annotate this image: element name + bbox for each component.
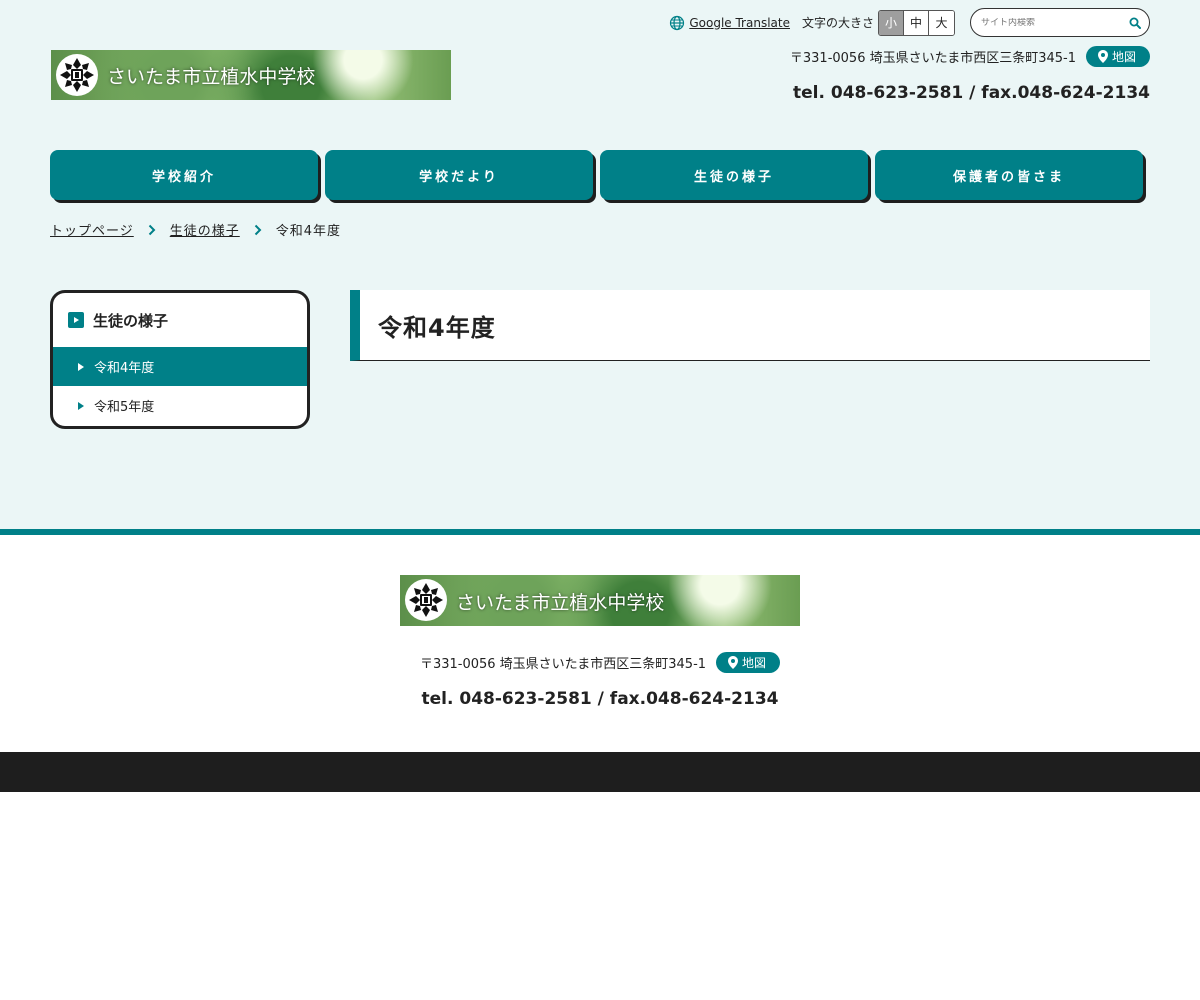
- search-input[interactable]: [981, 17, 1121, 28]
- map-pin-icon: [728, 656, 739, 669]
- google-translate-link[interactable]: Google Translate: [669, 15, 790, 31]
- school-crest-icon: [405, 579, 447, 621]
- side-nav-item-label: 令和4年度: [94, 361, 155, 376]
- nav-item-student-life[interactable]: 生徒の様子: [600, 150, 868, 200]
- side-nav-item-reiwa4[interactable]: 令和4年度: [53, 347, 307, 386]
- site-search: [970, 8, 1150, 37]
- side-nav-title-label: 生徒の様子: [93, 311, 169, 330]
- side-nav-title[interactable]: 生徒の様子: [53, 293, 307, 347]
- logo-text: さいたま市立植水中学校: [107, 66, 316, 88]
- nav-item-guardians[interactable]: 保護者の皆さま: [875, 150, 1143, 200]
- footer-tel: tel. 048-623-2581 / fax.048-624-2134: [421, 689, 779, 709]
- footer-logo[interactable]: さいたま市立植水中学校: [400, 575, 800, 626]
- side-nav-item-label: 令和5年度: [94, 400, 155, 415]
- footer-contact: 〒331-0056 埼玉県さいたま市西区三条町345-1 地図: [0, 652, 1200, 673]
- breadcrumb: トップページ 生徒の様子 令和4年度: [50, 220, 341, 239]
- search-icon[interactable]: [1129, 17, 1141, 29]
- map-button[interactable]: 地図: [1085, 46, 1150, 67]
- breadcrumb-current: 令和4年度: [275, 224, 342, 239]
- footer-map-button[interactable]: 地図: [716, 652, 781, 673]
- footer-divider: [0, 529, 1200, 535]
- google-translate-label: Google Translate: [689, 15, 790, 30]
- header-contact: 〒331-0056 埼玉県さいたま市西区三条町345-1 地図: [790, 46, 1150, 67]
- font-size-label: 文字の大きさ: [801, 16, 874, 30]
- map-button-label: 地図: [1111, 50, 1136, 64]
- font-size-medium-button[interactable]: 中: [904, 10, 929, 35]
- triangle-right-icon: [78, 362, 84, 371]
- side-nav-item-reiwa5[interactable]: 令和5年度: [53, 386, 307, 425]
- map-pin-icon: [1097, 50, 1108, 63]
- globe-icon: [670, 15, 685, 30]
- header-address: 〒331-0056 埼玉県さいたま市西区三条町345-1: [789, 51, 1076, 66]
- footer-logo-text: さいたま市立植水中学校: [456, 592, 665, 614]
- site-logo[interactable]: さいたま市立植水中学校: [51, 50, 451, 100]
- font-size-large-button[interactable]: 大: [929, 10, 954, 35]
- triangle-right-icon: [78, 401, 84, 410]
- footer-bar: [0, 752, 1200, 792]
- nav-item-school-newsletter[interactable]: 学校だより: [325, 150, 593, 200]
- chevron-right-icon: [254, 224, 262, 236]
- header-tel: tel. 048-623-2581 / fax.048-624-2134: [793, 83, 1150, 103]
- side-nav: 生徒の様子 令和4年度 令和5年度: [50, 290, 310, 429]
- page-title: 令和4年度: [350, 290, 1150, 361]
- global-nav: 学校紹介 学校だより 生徒の様子 保護者の皆さま: [50, 150, 1143, 200]
- font-size-control: 文字の大きさ 小 中 大: [801, 9, 955, 36]
- school-crest-icon: [56, 54, 98, 96]
- nav-item-school-intro[interactable]: 学校紹介: [50, 150, 318, 200]
- breadcrumb-link-student-life[interactable]: 生徒の様子: [170, 220, 240, 239]
- footer-map-button-label: 地図: [742, 656, 767, 670]
- play-square-icon: [68, 312, 84, 328]
- utility-bar: Google Translate 文字の大きさ 小 中 大: [669, 8, 1150, 37]
- font-size-buttons: 小 中 大: [878, 9, 955, 36]
- footer-address: 〒331-0056 埼玉県さいたま市西区三条町345-1: [419, 657, 707, 672]
- chevron-right-icon: [148, 224, 156, 236]
- breadcrumb-link-top[interactable]: トップページ: [50, 220, 134, 239]
- font-size-small-button[interactable]: 小: [879, 10, 904, 35]
